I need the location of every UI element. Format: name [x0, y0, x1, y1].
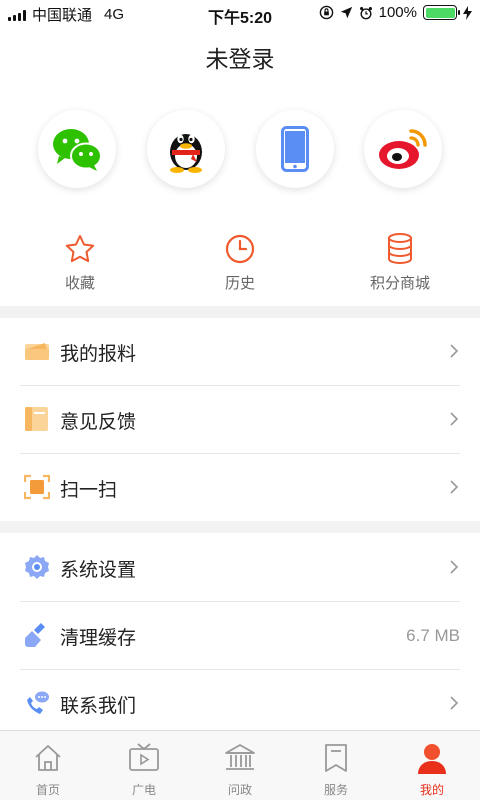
chevron-right-icon [450, 412, 459, 426]
tab-label: 首页 [35, 783, 60, 797]
clock-icon [225, 234, 255, 264]
menu-item-scan[interactable]: 扫一扫 [0, 454, 480, 521]
history-label: 历史 [224, 275, 255, 292]
section-gap [0, 306, 480, 318]
gear-icon [25, 555, 49, 579]
quick-links: 收藏 历史 积分商城 [0, 232, 480, 296]
qq-login-button[interactable] [147, 110, 225, 188]
qq-icon [170, 134, 202, 173]
menu-item-clear-cache[interactable]: 清理缓存 6.7 MB [0, 602, 480, 669]
home-icon [35, 745, 61, 771]
menu-label: 联系我们 [60, 696, 137, 717]
tab-mine[interactable]: 我的 [384, 741, 480, 798]
phone-icon [281, 126, 309, 172]
menu-label: 扫一扫 [60, 480, 118, 501]
favorites-label: 收藏 [64, 275, 95, 292]
notebook-icon [25, 407, 48, 431]
user-icon [418, 744, 446, 774]
scan-icon [24, 474, 50, 500]
chevron-right-icon [450, 344, 459, 358]
menu-label: 我的报料 [60, 344, 137, 365]
battery-percent: 100% [378, 4, 417, 21]
phone-chat-icon [27, 691, 49, 714]
tab-services[interactable]: 服务 [288, 741, 384, 798]
tab-label: 服务 [323, 783, 348, 797]
wechat-icon [53, 129, 102, 171]
weibo-login-button[interactable] [364, 110, 442, 188]
tv-icon [129, 743, 159, 771]
menu-item-settings[interactable]: 系统设置 [0, 534, 480, 601]
weibo-icon [379, 129, 427, 169]
cache-size-value: 6.7 MB [406, 626, 460, 645]
location-icon [340, 6, 352, 19]
menu-label: 意见反馈 [60, 412, 137, 433]
tab-bar: 首页 广电 问政 服务 我的 [0, 730, 480, 800]
government-icon [225, 744, 255, 770]
database-icon [388, 233, 412, 265]
phone-login-button[interactable] [256, 110, 334, 188]
orientation-lock-icon [319, 5, 333, 20]
charging-icon [463, 5, 472, 20]
tab-label: 我的 [419, 783, 444, 797]
menu-item-feedback[interactable]: 意见反馈 [0, 386, 480, 453]
history-link[interactable]: 历史 [180, 232, 300, 293]
chevron-right-icon [450, 480, 459, 494]
status-bar: 中国联通 4G 下午5:20 100% [0, 0, 480, 28]
points-mall-label: 积分商城 [369, 275, 430, 292]
chevron-right-icon [450, 696, 459, 710]
page-title[interactable]: 未登录 [0, 40, 480, 74]
menu-label: 清理缓存 [60, 628, 137, 649]
wechat-login-button[interactable] [38, 110, 116, 188]
star-icon [65, 235, 95, 263]
tab-label: 问政 [227, 783, 252, 797]
chevron-right-icon [450, 560, 459, 574]
tab-label: 广电 [131, 783, 156, 797]
battery-icon [423, 5, 460, 20]
points-mall-link[interactable]: 积分商城 [340, 232, 460, 293]
bookmark-icon [325, 744, 347, 772]
alarm-icon [359, 6, 372, 19]
login-options [0, 110, 480, 190]
menu-item-my-reports[interactable]: 我的报料 [0, 318, 480, 385]
tab-broadcast[interactable]: 广电 [96, 741, 192, 798]
envelope-icon [25, 343, 49, 360]
menu-label: 系统设置 [60, 560, 137, 581]
section-gap [0, 521, 480, 533]
tab-home[interactable]: 首页 [0, 741, 96, 798]
brush-icon [25, 623, 45, 647]
tab-government[interactable]: 问政 [192, 741, 288, 798]
favorites-link[interactable]: 收藏 [20, 232, 140, 293]
status-right: 100% [319, 4, 472, 21]
menu-item-contact-us[interactable]: 联系我们 [0, 670, 480, 737]
